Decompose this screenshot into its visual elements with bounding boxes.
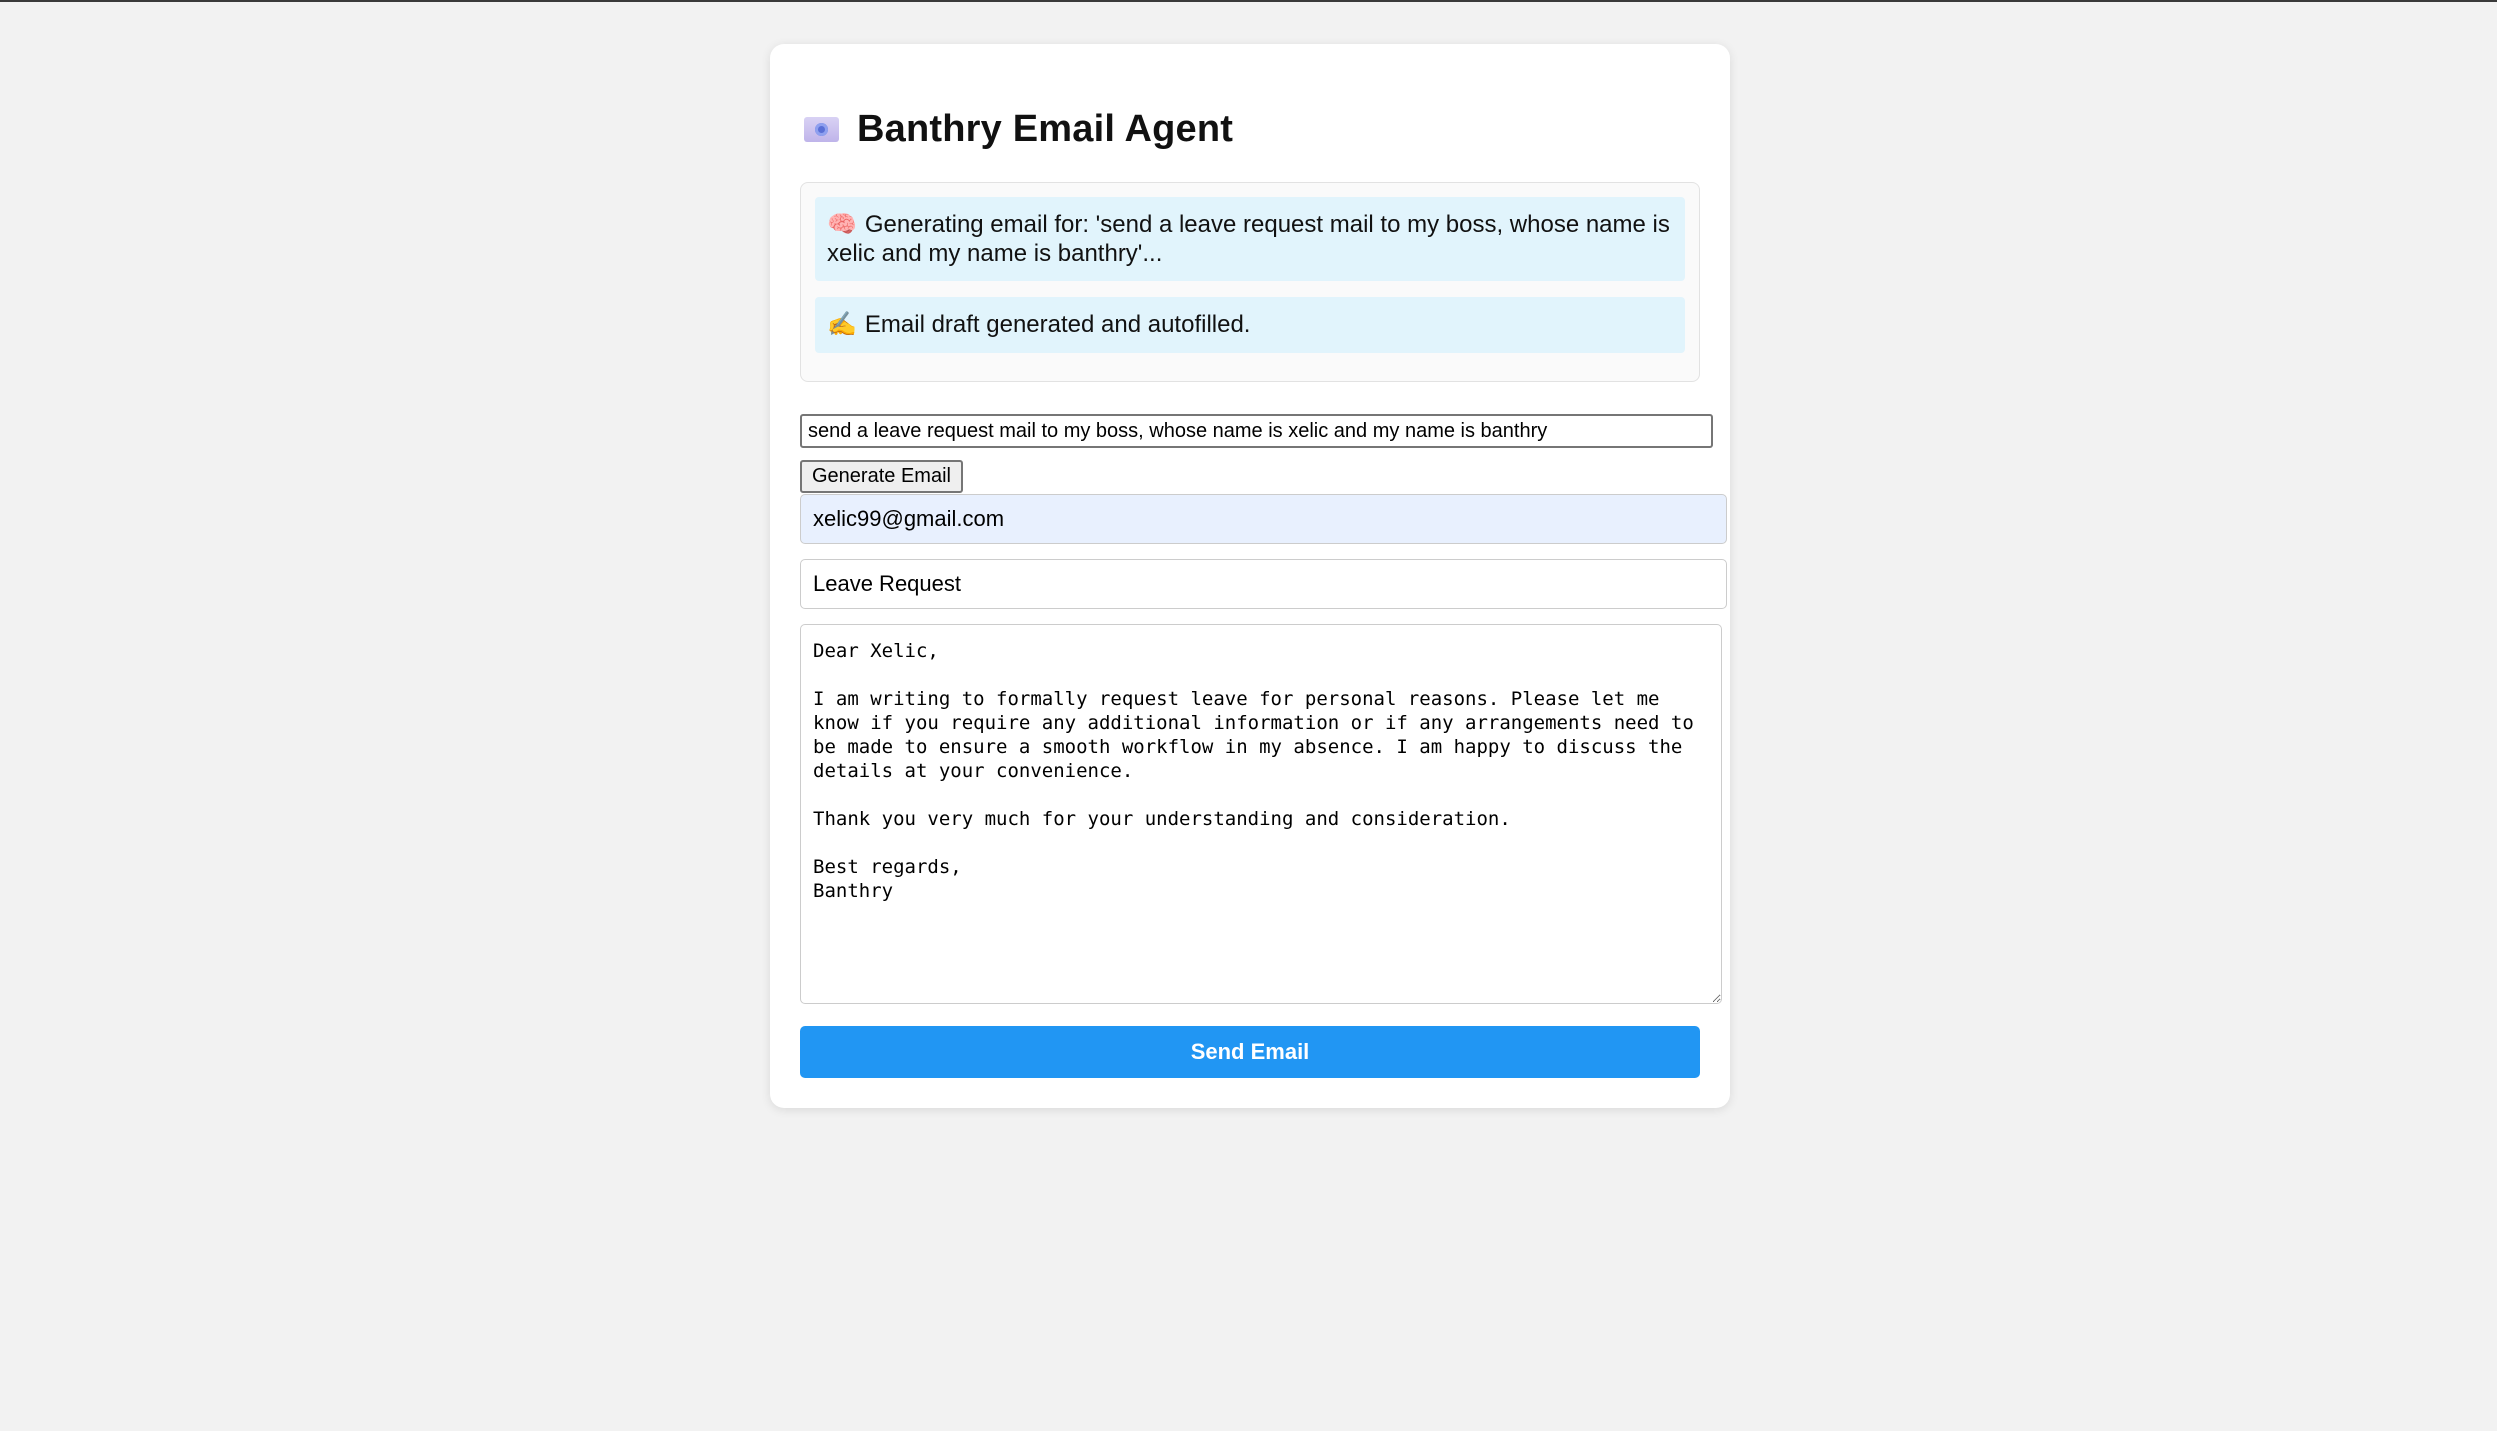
recipient-email-field[interactable] — [800, 494, 1727, 544]
brain-icon: 🧠 — [827, 211, 857, 238]
log-entry-text: Generating email for: 'send a leave requ… — [827, 211, 1670, 267]
log-entry-generated: ✍️ Email draft generated and autofilled. — [815, 297, 1685, 353]
email-agent-card: Banthry Email Agent 🧠 Generating email fo… — [770, 44, 1730, 1108]
envelope-icon — [804, 117, 839, 142]
prompt-input[interactable] — [800, 414, 1713, 448]
browser-top-border — [0, 0, 2497, 2]
log-entry-text: Email draft generated and autofilled. — [864, 311, 1251, 338]
send-email-button[interactable]: Send Email — [800, 1026, 1700, 1078]
status-log: 🧠 Generating email for: 'send a leave req… — [800, 182, 1700, 382]
email-body-textarea[interactable]: Dear Xelic, I am writing to formally req… — [800, 624, 1722, 1004]
writing-hand-icon: ✍️ — [827, 311, 857, 338]
generate-email-button[interactable]: Generate Email — [800, 460, 963, 493]
subject-field[interactable] — [800, 559, 1727, 609]
header: Banthry Email Agent — [804, 108, 1233, 151]
page-title: Banthry Email Agent — [857, 108, 1234, 150]
log-entry-generating: 🧠 Generating email for: 'send a leave req… — [815, 197, 1685, 281]
